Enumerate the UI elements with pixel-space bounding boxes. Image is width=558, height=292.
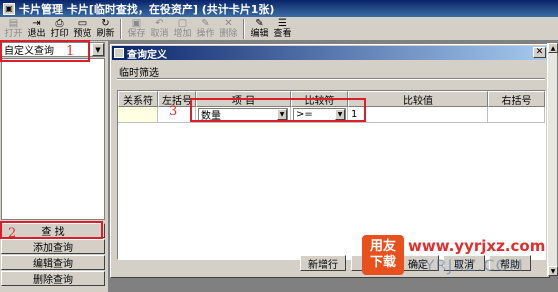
cancel-button[interactable]: ↶ 取消 <box>148 17 171 40</box>
preview-button[interactable]: ▭ 预览 <box>71 17 94 40</box>
watermark-url-secondary: YYRJXZ.COM <box>414 256 524 275</box>
annotation-box-1 <box>0 40 90 62</box>
toolbar: ▤ 打开 ⇥ 退出 ⎙ 打印 ▭ 预览 ↻ 刷新 ▣ 保存 ↶ 取消 ▢ 增加 ✎ 操作 ✕ 删除 … <box>0 17 558 41</box>
preview-icon: ▭ <box>77 17 88 29</box>
add-query-button[interactable]: 添加查询 <box>1 239 105 254</box>
main-titlebar: ▣ 卡片管理 卡片[临时查找，在役资产] (共计卡片1张) <box>0 0 558 17</box>
annotation-number-2: 2 <box>8 226 17 241</box>
annotation-box-3 <box>190 98 366 122</box>
annotation-number-1: 1 <box>66 44 75 59</box>
open-button[interactable]: ▤ 打开 <box>2 17 25 40</box>
operate-icon: ✎ <box>201 17 210 29</box>
refresh-icon: ↻ <box>101 17 110 29</box>
dialog-title: 查询定义 <box>127 49 167 61</box>
edit-button[interactable]: ✎ 编辑 <box>248 17 271 40</box>
value-cell[interactable]: 1 <box>348 107 488 123</box>
query-list[interactable] <box>1 58 105 220</box>
dialog-icon <box>114 48 124 58</box>
scroll-up-icon[interactable]: ▲ <box>548 43 558 53</box>
column-header[interactable]: 关系符 <box>118 91 158 107</box>
delete-icon: ✕ <box>224 17 233 29</box>
save-icon: ▣ <box>131 17 142 29</box>
column-header[interactable]: 右括号 <box>488 91 545 107</box>
relation-cell[interactable] <box>118 107 158 123</box>
close-icon[interactable]: ✕ <box>533 47 546 58</box>
delete-button[interactable]: ✕ 删除 <box>217 17 240 40</box>
annotation-number-3: 3 <box>169 104 178 119</box>
add-button[interactable]: ▢ 增加 <box>171 17 194 40</box>
edit-query-button[interactable]: 编辑查询 <box>1 255 105 270</box>
dialog-subtitle: 临时筛选 <box>119 68 159 79</box>
column-header[interactable]: 比较值 <box>348 91 488 107</box>
add-icon: ▢ <box>177 17 188 29</box>
toolbar-separator <box>120 19 122 39</box>
watermark-url: www.yyrjxz.com <box>408 237 546 255</box>
view-icon: ☰ <box>278 17 287 29</box>
watermark-logo: 用友 下载 <box>362 235 404 275</box>
dialog-titlebar: 查询定义 ✕ <box>112 46 548 61</box>
print-button[interactable]: ⎙ 打印 <box>48 17 71 40</box>
exit-icon: ⇥ <box>32 17 41 29</box>
save-button[interactable]: ▣ 保存 <box>125 17 148 40</box>
exit-button[interactable]: ⇥ 退出 <box>25 17 48 40</box>
refresh-button[interactable]: ↻ 刷新 <box>94 17 117 40</box>
chevron-down-icon[interactable]: ▼ <box>92 43 104 56</box>
toolbar-separator <box>243 19 245 39</box>
view-button[interactable]: ☰ 查看 <box>271 17 294 40</box>
divider <box>117 78 545 80</box>
right-paren-cell[interactable] <box>488 107 545 123</box>
query-panel: 自定义查询 ▼ 查 找 添加查询 编辑查询 删除查询 <box>0 41 106 292</box>
delete-query-button[interactable]: 删除查询 <box>1 271 105 286</box>
undo-icon: ↶ <box>155 17 164 29</box>
new-row-button[interactable]: 新增行 <box>300 255 346 271</box>
print-icon: ⎙ <box>55 17 64 29</box>
window-title: 卡片管理 卡片[临时查找，在役资产] (共计卡片1张) <box>19 2 275 16</box>
app-icon: ▣ <box>3 2 15 15</box>
operate-button[interactable]: ✎ 操作 <box>194 17 217 40</box>
edit-icon: ✎ <box>255 17 264 29</box>
open-folder-icon: ▤ <box>8 17 19 29</box>
watermark: 用友 下载 www.yyrjxz.com YYRJXZ.COM <box>362 233 558 289</box>
